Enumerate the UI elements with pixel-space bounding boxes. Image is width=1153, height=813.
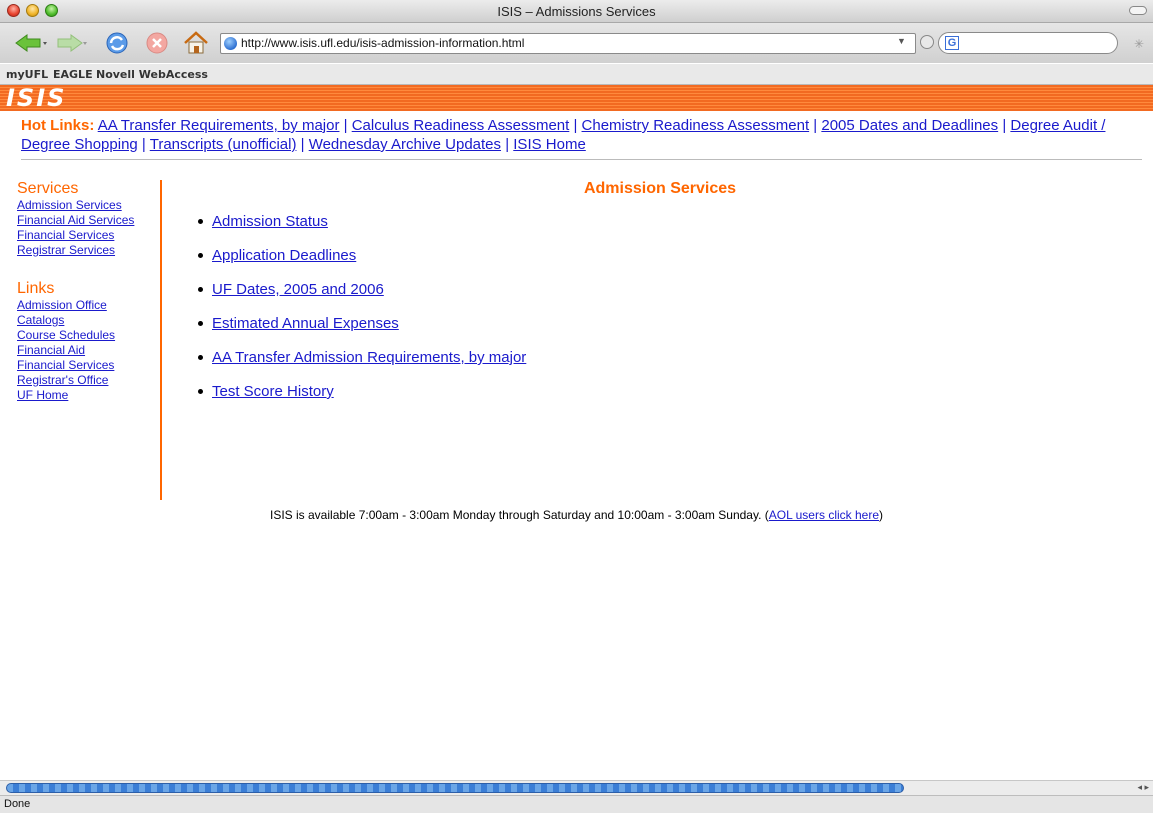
sidebar-item-admission-services[interactable]: Admission Services	[17, 198, 157, 213]
link-aa-transfer-admission[interactable]: AA Transfer Admission Requirements, by m…	[212, 349, 526, 366]
search-input[interactable]: G	[938, 32, 1118, 54]
google-icon[interactable]: G	[945, 36, 959, 50]
reload-icon	[106, 32, 128, 54]
hotlink-aa-transfer-requirements[interactable]: AA Transfer Requirements, by major	[98, 117, 340, 134]
list-item: Application Deadlines	[198, 247, 526, 281]
list-item: Estimated Annual Expenses	[198, 315, 526, 349]
hotlink-chemistry-readiness[interactable]: Chemistry Readiness Assessment	[582, 117, 810, 134]
bookmark-novell-webaccess[interactable]: Novell WebAccess	[96, 68, 208, 81]
bullet-icon	[198, 355, 203, 360]
stop-icon	[146, 32, 168, 54]
links-list: Admission Office Catalogs Course Schedul…	[17, 298, 157, 403]
address-dropdown-icon[interactable]: ▼	[897, 36, 906, 46]
forward-icon	[57, 34, 87, 52]
bullet-icon	[198, 253, 203, 258]
back-button[interactable]	[14, 31, 48, 55]
list-item: Test Score History	[198, 383, 526, 417]
scroll-arrows-icon[interactable]: ◂ ▸	[1137, 782, 1149, 793]
bullet-icon	[198, 321, 203, 326]
hotlink-calculus-readiness[interactable]: Calculus Readiness Assessment	[352, 117, 570, 134]
home-button[interactable]	[182, 31, 210, 55]
services-heading: Services	[17, 180, 79, 197]
go-icon[interactable]	[920, 35, 934, 49]
status-bar: Done	[0, 795, 1153, 813]
link-admission-status[interactable]: Admission Status	[212, 213, 328, 230]
hotlink-2005-dates[interactable]: 2005 Dates and Deadlines	[821, 117, 998, 134]
services-list: Admission Services Financial Aid Service…	[17, 198, 157, 258]
sidebar-link-registrars-office[interactable]: Registrar's Office	[17, 373, 157, 388]
home-icon	[184, 31, 208, 54]
list-item: UF Dates, 2005 and 2006	[198, 281, 526, 315]
navigation-toolbar: http://www.isis.ufl.edu/isis-admission-i…	[0, 23, 1153, 63]
sidebar-link-financial-aid[interactable]: Financial Aid	[17, 343, 157, 358]
aol-users-link[interactable]: AOL users click here	[769, 508, 879, 522]
bookmarks-bar: myUFL EAGLE Novell WebAccess	[0, 64, 1153, 85]
back-icon	[15, 34, 47, 52]
sidebar: Services Admission Services Financial Ai…	[17, 180, 157, 403]
window-title: ISIS – Admissions Services	[497, 4, 656, 19]
link-estimated-expenses[interactable]: Estimated Annual Expenses	[212, 315, 399, 332]
address-bar[interactable]: http://www.isis.ufl.edu/isis-admission-i…	[220, 33, 916, 54]
reload-button[interactable]	[104, 31, 130, 55]
hotlink-transcripts[interactable]: Transcripts (unofficial)	[150, 136, 297, 153]
hot-links-label: Hot Links:	[21, 117, 95, 134]
availability-notice: ISIS is available 7:00am - 3:00am Monday…	[0, 508, 1153, 522]
address-bar-url: http://www.isis.ufl.edu/isis-admission-i…	[241, 36, 525, 50]
sidebar-link-uf-home[interactable]: UF Home	[17, 388, 157, 403]
isis-banner: ISIS	[0, 85, 1153, 111]
stop-button[interactable]	[145, 31, 169, 55]
sidebar-item-registrar-services[interactable]: Registrar Services	[17, 243, 157, 258]
isis-logo[interactable]: ISIS	[6, 85, 66, 111]
status-text: Done	[4, 798, 31, 810]
link-application-deadlines[interactable]: Application Deadlines	[212, 247, 356, 264]
bullet-icon	[198, 389, 203, 394]
sidebar-link-catalogs[interactable]: Catalogs	[17, 313, 157, 328]
hotlink-isis-home[interactable]: ISIS Home	[513, 136, 586, 153]
sidebar-item-financial-aid-services[interactable]: Financial Aid Services	[17, 213, 157, 228]
hot-links: Hot Links: AA Transfer Requirements, by …	[21, 117, 1106, 153]
availability-close-paren: )	[879, 508, 883, 522]
bookmark-myufl[interactable]: myUFL	[6, 68, 48, 81]
sidebar-item-financial-services[interactable]: Financial Services	[17, 228, 157, 243]
links-heading: Links	[17, 280, 55, 297]
globe-icon	[224, 37, 237, 50]
horizontal-scrollbar[interactable]: ◂ ▸	[0, 780, 1153, 795]
link-uf-dates[interactable]: UF Dates, 2005 and 2006	[212, 281, 384, 298]
link-test-score-history[interactable]: Test Score History	[212, 383, 334, 400]
sidebar-divider	[160, 180, 162, 500]
hotlink-wednesday-archive[interactable]: Wednesday Archive Updates	[309, 136, 501, 153]
divider	[21, 159, 1142, 160]
spinner-icon: ✳	[1134, 37, 1145, 51]
availability-text: ISIS is available 7:00am - 3:00am Monday…	[270, 508, 769, 522]
forward-button[interactable]	[54, 31, 88, 55]
bullet-icon	[198, 219, 203, 224]
bookmark-eagle[interactable]: EAGLE	[53, 68, 93, 81]
page-title: Admission Services	[583, 180, 737, 197]
sidebar-link-financial-services[interactable]: Financial Services	[17, 358, 157, 373]
bullet-icon	[198, 287, 203, 292]
list-item: AA Transfer Admission Requirements, by m…	[198, 349, 526, 383]
sidebar-link-course-schedules[interactable]: Course Schedules	[17, 328, 157, 343]
admission-links-list: Admission Status Application Deadlines U…	[198, 213, 526, 417]
sidebar-link-admission-office[interactable]: Admission Office	[17, 298, 157, 313]
list-item: Admission Status	[198, 213, 526, 247]
toolbar-toggle-button[interactable]	[1129, 6, 1147, 15]
scrollbar-thumb[interactable]	[6, 783, 904, 793]
window-title-bar: ISIS – Admissions Services	[0, 0, 1153, 23]
